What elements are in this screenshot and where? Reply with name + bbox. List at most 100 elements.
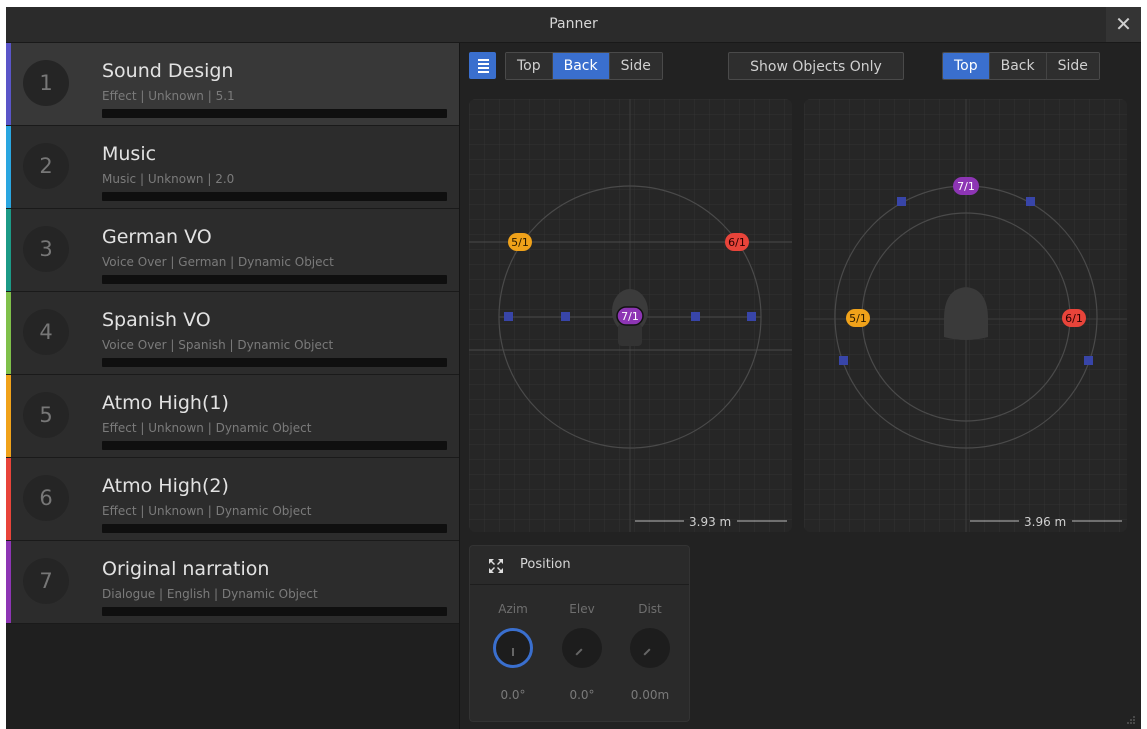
track-item-7[interactable]: 7 Original narration Dialogue | English … bbox=[6, 541, 459, 624]
track-name: German VO bbox=[102, 226, 212, 248]
track-item-6[interactable]: 6 Atmo High(2) Effect | Unknown | Dynami… bbox=[6, 458, 459, 541]
track-color-stripe bbox=[6, 375, 11, 457]
track-name: Sound Design bbox=[102, 60, 234, 82]
object-label: 6/1 bbox=[1065, 312, 1083, 325]
knob-label: Dist bbox=[638, 602, 662, 616]
speaker-marker[interactable] bbox=[1084, 356, 1093, 365]
track-item-3[interactable]: 3 German VO Voice Over | German | Dynami… bbox=[6, 209, 459, 292]
track-color-stripe bbox=[6, 126, 11, 208]
track-name: Atmo High(2) bbox=[102, 475, 229, 497]
speaker-marker[interactable] bbox=[561, 312, 570, 321]
track-name: Original narration bbox=[102, 558, 270, 580]
list-view-button[interactable] bbox=[469, 52, 496, 79]
track-item-2[interactable]: 2 Music Music | Unknown | 2.0 bbox=[6, 126, 459, 209]
speaker-marker[interactable] bbox=[691, 312, 700, 321]
listener-head-icon bbox=[944, 287, 988, 340]
track-name: Atmo High(1) bbox=[102, 392, 229, 414]
track-number: 1 bbox=[23, 60, 69, 106]
track-number: 4 bbox=[23, 309, 69, 355]
view2-tabs: Top Back Side bbox=[942, 52, 1100, 80]
tab-view2-side[interactable]: Side bbox=[1046, 53, 1099, 79]
track-meta: Voice Over | Spanish | Dynamic Object bbox=[102, 338, 334, 352]
speaker-marker[interactable] bbox=[897, 197, 906, 206]
object-marker-5-1[interactable]: 5/1 bbox=[846, 309, 870, 327]
tab-view2-top[interactable]: Top bbox=[943, 53, 990, 79]
tab-view2-back[interactable]: Back bbox=[989, 53, 1047, 79]
track-item-4[interactable]: 4 Spanish VO Voice Over | Spanish | Dyna… bbox=[6, 292, 459, 375]
show-objects-only-button[interactable]: Show Objects Only bbox=[728, 52, 904, 80]
knob-pointer bbox=[512, 648, 514, 656]
dist-control: Dist 0.00m bbox=[620, 602, 680, 702]
object-label: 7/1 bbox=[621, 310, 639, 323]
track-color-stripe bbox=[6, 458, 11, 540]
title-bar: Panner ✕ bbox=[6, 7, 1141, 43]
position-panel: Position Azim 0.0° Elev 0.0° Dist 0.00m bbox=[469, 545, 690, 722]
resize-grip-icon[interactable] bbox=[1126, 715, 1136, 725]
window-title: Panner bbox=[549, 16, 598, 32]
tab-view1-top[interactable]: Top bbox=[506, 53, 553, 79]
back-view-scale-label: 3.93 m bbox=[689, 515, 732, 529]
object-marker-7-1[interactable]: 7/1 bbox=[953, 177, 979, 195]
track-meta: Effect | Unknown | Dynamic Object bbox=[102, 504, 312, 518]
object-marker-6-1[interactable]: 6/1 bbox=[725, 233, 749, 251]
track-number: 7 bbox=[23, 558, 69, 604]
speaker-marker[interactable] bbox=[839, 356, 848, 365]
dist-knob[interactable] bbox=[630, 628, 670, 668]
top-view-scale-label: 3.96 m bbox=[1024, 515, 1067, 529]
track-number: 5 bbox=[23, 392, 69, 438]
panner-window: Panner ✕ 1 Sound Design Effect | Unknown… bbox=[6, 7, 1141, 729]
tab-view1-back[interactable]: Back bbox=[552, 53, 610, 79]
object-marker-7-1[interactable]: 7/1 bbox=[616, 306, 644, 326]
track-level-meter bbox=[102, 607, 447, 616]
track-color-stripe bbox=[6, 292, 11, 374]
top-view-canvas: 7/1 5/1 6/1 bbox=[804, 99, 1127, 532]
position-panel-header[interactable]: Position bbox=[470, 546, 689, 585]
track-level-meter bbox=[102, 524, 447, 533]
top-view-panel[interactable]: 7/1 5/1 6/1 3.96 m bbox=[804, 99, 1127, 532]
knob-value: 0.0° bbox=[500, 688, 526, 702]
object-label: 7/1 bbox=[957, 180, 975, 193]
track-level-meter bbox=[102, 275, 447, 284]
track-meta: Voice Over | German | Dynamic Object bbox=[102, 255, 334, 269]
knob-value: 0.00m bbox=[630, 688, 670, 702]
track-number: 3 bbox=[23, 226, 69, 272]
knob-value: 0.0° bbox=[569, 688, 595, 702]
track-meta: Effect | Unknown | 5.1 bbox=[102, 89, 235, 103]
position-panel-title: Position bbox=[520, 557, 571, 572]
track-level-meter bbox=[102, 358, 447, 367]
track-level-meter bbox=[102, 192, 447, 201]
track-number: 2 bbox=[23, 143, 69, 189]
azim-knob[interactable] bbox=[493, 628, 533, 668]
track-color-stripe bbox=[6, 209, 11, 291]
object-marker-5-1[interactable]: 5/1 bbox=[508, 233, 532, 251]
elev-control: Elev 0.0° bbox=[552, 602, 612, 702]
track-color-stripe bbox=[6, 43, 11, 125]
track-item-1[interactable]: 1 Sound Design Effect | Unknown | 5.1 bbox=[6, 43, 459, 126]
azim-control: Azim 0.0° bbox=[483, 602, 543, 702]
track-name: Spanish VO bbox=[102, 309, 211, 331]
knob-pointer bbox=[575, 648, 583, 656]
speaker-marker[interactable] bbox=[1026, 197, 1035, 206]
back-view-panel[interactable]: 5/1 6/1 7/1 3.93 m bbox=[469, 99, 792, 532]
track-meta: Dialogue | English | Dynamic Object bbox=[102, 587, 318, 601]
speaker-marker[interactable] bbox=[747, 312, 756, 321]
object-label: 6/1 bbox=[728, 236, 746, 249]
track-level-meter bbox=[102, 441, 447, 450]
knob-pointer bbox=[643, 648, 651, 656]
track-name: Music bbox=[102, 143, 157, 165]
knob-label: Azim bbox=[498, 602, 528, 616]
close-button[interactable]: ✕ bbox=[1106, 7, 1141, 42]
elev-knob[interactable] bbox=[562, 628, 602, 668]
object-label: 5/1 bbox=[511, 236, 529, 249]
track-color-stripe bbox=[6, 541, 11, 623]
track-item-5[interactable]: 5 Atmo High(1) Effect | Unknown | Dynami… bbox=[6, 375, 459, 458]
track-list: 1 Sound Design Effect | Unknown | 5.1 2 … bbox=[6, 43, 460, 729]
knob-label: Elev bbox=[569, 602, 595, 616]
speaker-marker[interactable] bbox=[504, 312, 513, 321]
object-marker-6-1[interactable]: 6/1 bbox=[1062, 309, 1086, 327]
object-label: 5/1 bbox=[849, 312, 867, 325]
back-view-canvas: 5/1 6/1 7/1 bbox=[469, 99, 792, 532]
list-icon bbox=[476, 59, 489, 73]
expand-arrows-icon bbox=[489, 559, 503, 573]
tab-view1-side[interactable]: Side bbox=[609, 53, 662, 79]
